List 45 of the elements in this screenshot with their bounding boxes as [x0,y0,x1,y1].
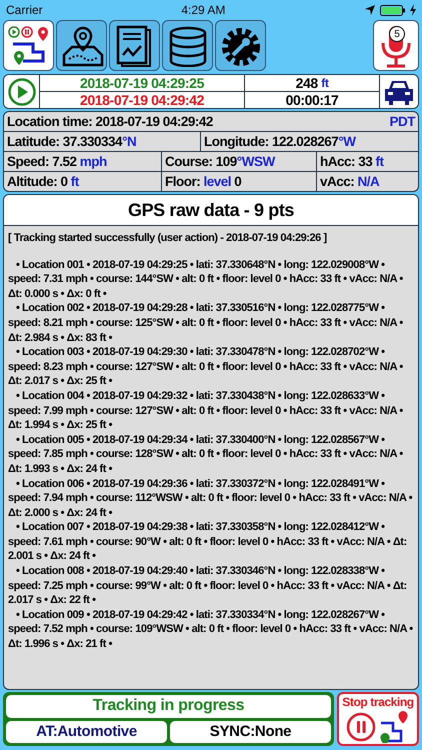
route-icon [6,24,50,66]
count-badge: 5 [389,26,405,42]
carrier-label: Carrier [6,3,43,17]
play-icon [8,78,36,106]
activity-type: AT:Automotive [6,720,167,743]
log-entry: • Location 009 • 2018-07-19 04:29:42 • lati: 37.330334°N • long: 122.028267°W • speed: 7.52 mph • course: 109°WSW • alt: 0 ft • floor: level 0 • hAcc: 33 ft • vAcc: N/A • Δt: 1.996 s • Δx: 21 ft • [8,608,414,652]
info-text: Location time: 2018-07-19 04:29:42 [7,114,213,129]
stop-tracking-button[interactable]: Stop tracking [337,692,419,746]
start-time: 2018-07-19 04:29:25 [79,75,205,91]
battery-icon [380,4,406,16]
timezone-label: PDT [390,114,415,129]
info-text: Course: 109°WSW [165,154,275,169]
info-text: Altitude: 0 ft [7,174,79,189]
location-arrow-icon [364,4,376,16]
sync-status: SYNC:None [170,720,331,743]
log-entry: • Location 003 • 2018-07-19 04:29:30 • lati: 37.330478°N • long: 122.028702°W • speed: 8.23 mph • course: 127°SW • alt: 0 ft • floor: level 0 • hAcc: 33 ft • vAcc: N/A • Δt: 2.017 s • Δx: 25 ft • [8,345,404,389]
info-text: hAcc: 33 ft [320,154,384,169]
log-entry: • Location 008 • 2018-07-19 04:29:40 • lati: 37.330346°N • long: 122.028338°W • speed: 7.25 mph • course: 99°W • alt: 0 ft • floor: level 0 • hAcc: 33 ft • vAcc: N/A • Δt: 2.017 s • Δx: 22 ft • [8,564,408,608]
distance-value: 248 [296,75,318,91]
toolbar-button[interactable] [109,20,160,71]
log-entry: • Location 001 • 2018-07-19 04:29:25 • lati: 37.330648°N • long: 122.029008°W • speed: 7.31 mph • course: 144°SW • alt: 0 ft • floor: level 0 • hAcc: 33 ft • vAcc: N/A • Δt: 0.000 s • Δx: 0 ft • [8,258,404,302]
duration: 00:00:17 [245,91,379,108]
status-message: [ Tracking started successfully (user action) - 2018-07-19 04:29:26 ] [8,231,328,246]
log-entry: • Location 007 • 2018-07-19 04:29:38 • lati: 37.330358°N • long: 122.028412°W • speed: 7.61 mph • course: 90°W • alt: 0 ft • floor: level 0 • hAcc: 33 ft • vAcc: N/A • Δt: 2.001 s • Δx: 24 ft • [8,520,408,564]
log-entry: • Location 002 • 2018-07-19 04:29:28 • lati: 37.330516°N • long: 122.028775°W • speed: 8.21 mph • course: 125°SW • alt: 0 ft • floor: level 0 • hAcc: 33 ft • vAcc: N/A • Δt: 2.984 s • Δx: 83 ft • [8,301,404,346]
microphone-button[interactable]: 5 [373,20,419,71]
toolbar-button[interactable] [162,20,213,71]
info-text: Latitude: 37.330334°N [7,134,136,149]
clock: 4:29 AM [181,3,226,17]
info-text: vAcc: N/A [320,174,380,189]
end-time: 2018-07-19 04:29:42 [40,91,244,108]
toolbar-button[interactable] [56,20,107,71]
info-text: Floor: level 0 [165,174,242,189]
charging-icon [410,4,416,16]
log-entry: • Location 004 • 2018-07-19 04:29:32 • lati: 37.330438°N • long: 122.028633°W • speed: 7.99 mph • course: 127°SW • alt: 0 ft • floor: level 0 • hAcc: 33 ft • vAcc: N/A • Δt: 1.994 s • Δx: 25 ft • [8,388,404,433]
log-entry: • Location 006 • 2018-07-19 04:29:36 • lati: 37.330372°N • long: 122.028491°W • speed: 7.94 mph • course: 112°WSW • alt: 0 ft • floor: level 0 • hAcc: 33 ft • vAcc: N/A • Δt: 2.000 s • Δx: 24 ft • [8,476,414,520]
distance-unit: ft [321,76,328,90]
play-button[interactable] [4,75,40,108]
tracking-status: Tracking in progress [6,695,331,718]
info-text: Longitude: 122.028267°W [204,134,356,149]
log-entry: • Location 005 • 2018-07-19 04:29:34 • lati: 37.330400°N • long: 122.028567°W • speed: 7.85 mph • course: 128°SW • alt: 0 ft • floor: level 0 • hAcc: 33 ft • vAcc: N/A • Δt: 1.993 s • Δx: 24 ft • [8,432,404,476]
panel-title: GPS raw data - 9 pts [4,195,418,226]
info-text: Speed: 7.52 mph [7,154,107,169]
toolbar-button[interactable] [3,20,54,71]
toolbar-button[interactable] [215,20,266,71]
